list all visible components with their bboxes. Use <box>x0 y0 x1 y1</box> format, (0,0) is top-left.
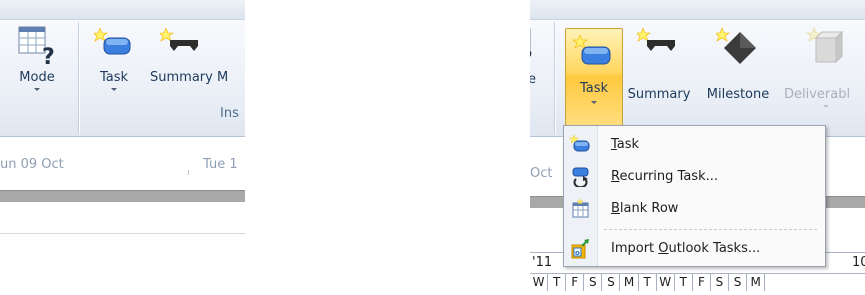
deliverable-icon <box>806 27 844 64</box>
mode-button[interactable]: ? Mode <box>12 24 62 91</box>
timescale-day: W <box>657 274 675 291</box>
timeline-tick <box>188 170 189 175</box>
timeline-date: Tue 1 <box>203 157 238 172</box>
chevron-down-icon <box>34 88 40 91</box>
summary-button[interactable]: Summary M <box>150 27 245 85</box>
timescale-day: S <box>602 274 621 291</box>
task-label: Task <box>579 81 609 96</box>
task-mode-icon: ? <box>530 28 533 72</box>
timescale-day: F <box>566 274 585 291</box>
ribbon: ? Mode Task Summary M Ins <box>0 0 245 137</box>
timescale-day: M <box>620 274 639 291</box>
task-button[interactable]: Task <box>92 27 136 91</box>
menu-item-blank-row[interactable]: Blank Row <box>564 194 825 224</box>
timescale-day: F <box>693 274 711 291</box>
right-ribbon-panel: ? e Task Summary <box>530 0 865 295</box>
timescale-week-label: 10 <box>852 255 865 270</box>
timescale-day: S <box>584 274 603 291</box>
deliverable-button[interactable]: Deliverabl <box>784 24 865 108</box>
milestone-icon <box>714 27 756 64</box>
ribbon-tab-strip <box>0 0 245 20</box>
menu-separator <box>604 229 817 230</box>
mode-label: Mode <box>19 70 55 85</box>
menu-item-task[interactable]: Task <box>564 130 825 160</box>
summary-icon <box>158 27 198 51</box>
task-icon <box>92 27 131 55</box>
menu-item-label: Import Outlook Tasks... <box>611 241 761 256</box>
task-icon <box>572 35 611 65</box>
timeline-date: un 09 Oct <box>0 157 64 172</box>
milestone-label: Milestone <box>706 87 770 102</box>
task-dropdown-menu: Task Recurring Task... Blank Row o Impor… <box>563 125 826 267</box>
timescale-day: S <box>711 274 730 291</box>
svg-text:o: o <box>575 249 580 257</box>
chevron-down-icon <box>591 101 597 104</box>
mode-button[interactable]: ? e <box>530 26 542 87</box>
chevron-down-icon <box>111 88 117 91</box>
menu-item-label: Blank Row <box>611 201 679 216</box>
import-outlook-icon: o <box>571 239 589 259</box>
recurring-task-icon <box>572 167 589 187</box>
svg-text:?: ? <box>42 45 55 66</box>
task-label: Task <box>99 70 129 85</box>
milestone-button[interactable]: Milestone <box>701 24 775 102</box>
summary-label: Summary <box>627 87 691 102</box>
menu-item-label: Recurring Task... <box>611 169 718 184</box>
timescale-day: S <box>729 274 748 291</box>
summary-icon <box>635 27 675 51</box>
timescale-day: T <box>675 274 693 291</box>
group-separator <box>554 22 555 134</box>
menu-item-recurring-task[interactable]: Recurring Task... <box>564 162 825 192</box>
ribbon: ? e Task Summary <box>530 0 865 137</box>
task-button[interactable]: Task <box>565 28 623 126</box>
left-ribbon-panel: ? Mode Task Summary M Ins un 09 Oct Tue … <box>0 0 245 240</box>
blank-row-icon <box>572 199 589 218</box>
summary-button[interactable]: Summary <box>627 27 691 102</box>
group-separator <box>78 22 79 134</box>
insert-group-label: Ins <box>220 106 239 121</box>
divider <box>0 233 245 234</box>
timeline-bar <box>0 190 245 202</box>
mode-label: e <box>530 72 536 87</box>
summary-label: Summary M <box>150 70 229 85</box>
timescale-day: M <box>747 274 766 291</box>
task-mode-icon: ? <box>18 26 55 70</box>
timescale-day-row: W T F S S M T W T F S S M <box>530 273 865 291</box>
ribbon-tab-strip <box>530 0 865 20</box>
menu-item-import-outlook-tasks[interactable]: o Import Outlook Tasks... <box>564 234 825 264</box>
timescale-day: T <box>639 274 657 291</box>
menu-item-label: Task <box>611 137 640 152</box>
timescale-day: W <box>530 274 549 291</box>
timescale-day: T <box>548 274 567 291</box>
timeline-date: Oct <box>530 166 553 181</box>
timescale-week-label: '11 <box>532 255 553 270</box>
svg-text:?: ? <box>530 47 533 68</box>
task-icon <box>569 135 590 152</box>
chevron-down-icon <box>823 105 829 108</box>
deliverable-label: Deliverabl <box>784 87 851 102</box>
